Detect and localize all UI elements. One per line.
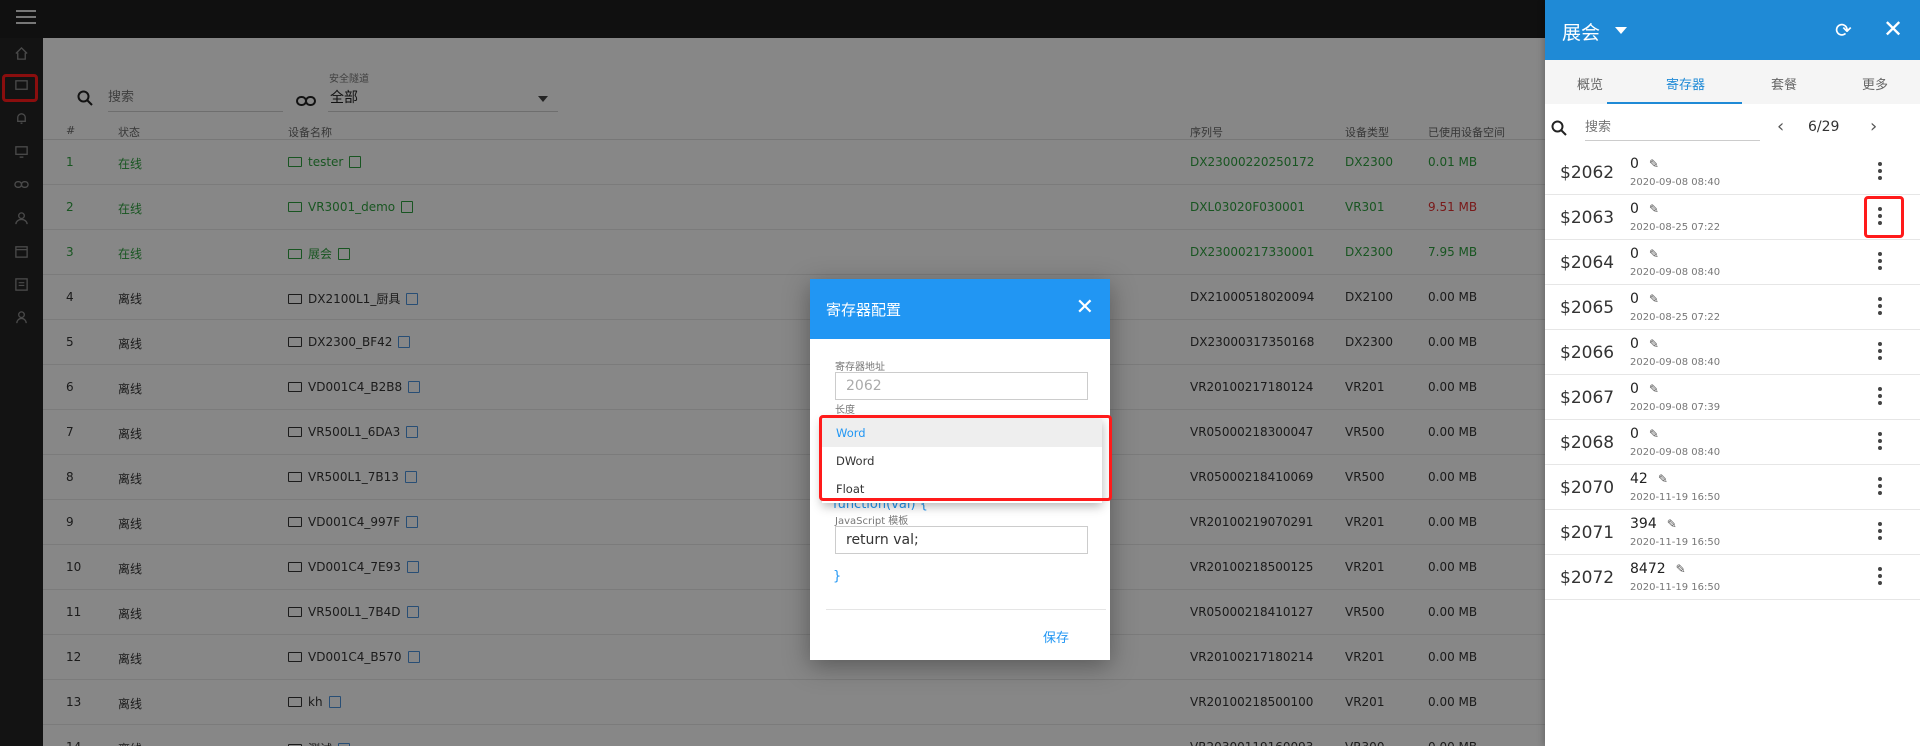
register-address: $2068 <box>1560 433 1615 453</box>
register-address: $2065 <box>1560 298 1615 318</box>
register-value: 42 ✎ <box>1630 471 1668 487</box>
register-address: $2064 <box>1560 253 1615 273</box>
length-label: 长度 <box>835 405 855 416</box>
pager-text: 6/29 <box>1808 119 1840 135</box>
register-value: 0 ✎ <box>1630 291 1659 307</box>
register-address: $2063 <box>1560 208 1615 228</box>
register-timestamp: 2020-09-08 07:39 <box>1630 402 1721 413</box>
tab-registers[interactable]: 寄存器 <box>1666 74 1705 93</box>
more-vert-icon[interactable] <box>1877 342 1883 364</box>
register-value-text: 0 <box>1630 246 1639 262</box>
dropdown-highlight <box>819 415 1112 501</box>
dialog-header: 寄存器配置 ✕ <box>810 279 1110 339</box>
register-value: 0 ✎ <box>1630 336 1659 352</box>
register-row[interactable]: $2064 0 ✎ 2020-09-08 08:40 <box>1545 240 1920 285</box>
refresh-icon[interactable]: ⟳ <box>1835 18 1852 42</box>
close-icon[interactable]: ✕ <box>1883 15 1903 43</box>
panel-search-bar: ‹ 6/29 › <box>1545 104 1920 150</box>
pencil-icon[interactable]: ✎ <box>1649 337 1659 351</box>
register-value: 0 ✎ <box>1630 246 1659 262</box>
register-timestamp: 2020-09-08 08:40 <box>1630 177 1721 188</box>
register-address: $2072 <box>1560 568 1615 588</box>
register-value-text: 42 <box>1630 471 1648 487</box>
tab-overview[interactable]: 概览 <box>1577 74 1603 93</box>
tab-more[interactable]: 更多 <box>1862 74 1888 93</box>
more-vert-icon[interactable] <box>1877 297 1883 319</box>
register-timestamp: 2020-09-08 08:40 <box>1630 267 1721 278</box>
device-panel: 展会 ⟳ ✕ 概览 寄存器 套餐 更多 ‹ 6/29 › $20620✎2020… <box>1545 0 1920 746</box>
register-timestamp: 2020-11-19 16:50 <box>1630 582 1721 593</box>
modal-overlay[interactable] <box>0 0 1545 746</box>
pencil-icon[interactable]: ✎ <box>1649 157 1659 171</box>
pencil-icon[interactable]: ✎ <box>1649 427 1659 441</box>
register-value-text: 0 <box>1630 291 1639 307</box>
register-value-text: 8472 <box>1630 561 1666 577</box>
register-address: $2071 <box>1560 523 1615 543</box>
register-value: 0 ✎ <box>1630 156 1659 172</box>
chevron-down-icon[interactable] <box>1615 27 1627 34</box>
pencil-icon[interactable]: ✎ <box>1649 382 1659 396</box>
register-value: 0 ✎ <box>1630 426 1659 442</box>
register-address: $2066 <box>1560 343 1615 363</box>
more-vert-icon[interactable] <box>1877 252 1883 274</box>
register-value-text: 0 <box>1630 156 1639 172</box>
register-address: $2062 <box>1560 163 1615 183</box>
register-row[interactable]: $2065 0 ✎ 2020-08-25 07:22 <box>1545 285 1920 330</box>
panel-tabs: 概览 寄存器 套餐 更多 <box>1545 60 1920 104</box>
chevron-left-icon[interactable]: ‹ <box>1777 116 1784 137</box>
dialog-divider <box>826 609 1106 610</box>
register-row[interactable]: $2062 0 ✎ 2020-09-08 08:40 <box>1545 150 1920 195</box>
register-address: $2067 <box>1560 388 1615 408</box>
panel-header: 展会 ⟳ ✕ <box>1545 0 1920 60</box>
register-value: 0 ✎ <box>1630 381 1659 397</box>
register-address: $2070 <box>1560 478 1615 498</box>
pencil-icon[interactable]: ✎ <box>1649 247 1659 261</box>
register-timestamp: 2020-11-19 16:50 <box>1630 492 1721 503</box>
register-value-text: 0 <box>1630 381 1639 397</box>
close-icon[interactable]: ✕ <box>1076 297 1094 319</box>
register-value-text: 0 <box>1630 426 1639 442</box>
more-vert-icon[interactable] <box>1877 162 1883 184</box>
address-field[interactable]: 2062 <box>835 372 1088 400</box>
more-vert-icon[interactable] <box>1877 567 1883 589</box>
template-label: JavaScript 模板 <box>835 516 909 527</box>
pencil-icon[interactable]: ✎ <box>1649 202 1659 216</box>
more-vert-icon[interactable] <box>1877 387 1883 409</box>
pencil-icon[interactable]: ✎ <box>1676 562 1686 576</box>
register-row[interactable]: $2072 8472 ✎ 2020-11-19 16:50 <box>1545 555 1920 600</box>
panel-title[interactable]: 展会 <box>1562 18 1600 45</box>
register-row[interactable]: $2071 394 ✎ 2020-11-19 16:50 <box>1545 510 1920 555</box>
code-close: } <box>833 569 842 584</box>
register-row[interactable]: $2066 0 ✎ 2020-09-08 08:40 <box>1545 330 1920 375</box>
register-row[interactable]: $2070 42 ✎ 2020-11-19 16:50 <box>1545 465 1920 510</box>
chevron-right-icon[interactable]: › <box>1870 116 1877 137</box>
register-value-text: 394 <box>1630 516 1657 532</box>
more-button-highlight <box>1864 196 1904 238</box>
register-timestamp: 2020-08-25 07:22 <box>1630 222 1721 233</box>
template-field[interactable]: return val; <box>835 526 1088 554</box>
search-icon <box>1551 120 1567 140</box>
pencil-icon[interactable]: ✎ <box>1658 472 1668 486</box>
save-button[interactable]: 保存 <box>1043 627 1069 646</box>
panel-search-input[interactable] <box>1585 115 1760 141</box>
register-row[interactable]: $2068 0 ✎ 2020-09-08 08:40 <box>1545 420 1920 465</box>
register-timestamp: 2020-08-25 07:22 <box>1630 312 1721 323</box>
register-row[interactable]: $2067 0 ✎ 2020-09-08 07:39 <box>1545 375 1920 420</box>
register-value-text: 0 <box>1630 336 1639 352</box>
register-value: 8472 ✎ <box>1630 561 1686 577</box>
register-value: 0 ✎ <box>1630 201 1659 217</box>
register-timestamp: 2020-09-08 08:40 <box>1630 357 1721 368</box>
register-timestamp: 2020-09-08 08:40 <box>1630 447 1721 458</box>
address-label: 寄存器地址 <box>835 362 885 373</box>
register-value-text: 0 <box>1630 201 1639 217</box>
register-value: 394 ✎ <box>1630 516 1677 532</box>
more-vert-icon[interactable] <box>1877 477 1883 499</box>
register-timestamp: 2020-11-19 16:50 <box>1630 537 1721 548</box>
more-vert-icon[interactable] <box>1877 432 1883 454</box>
pencil-icon[interactable]: ✎ <box>1667 517 1677 531</box>
tab-packages[interactable]: 套餐 <box>1771 74 1797 93</box>
pencil-icon[interactable]: ✎ <box>1649 292 1659 306</box>
dialog-title: 寄存器配置 <box>826 301 902 319</box>
more-vert-icon[interactable] <box>1877 522 1883 544</box>
